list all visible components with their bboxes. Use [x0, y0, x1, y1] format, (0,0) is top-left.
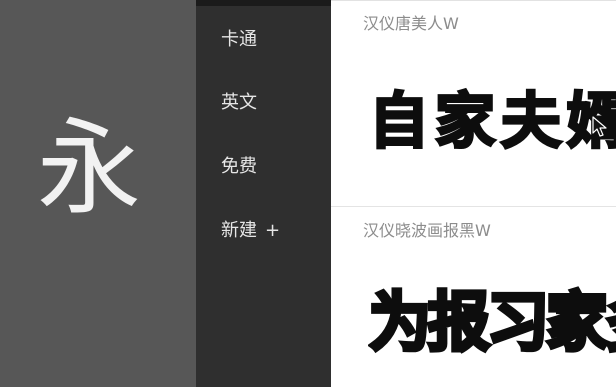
font-card[interactable]: 汉仪晓波画报黑W 为报习家多	[331, 206, 616, 387]
font-browser-window: 永 卡通 英文 免费 新建 + 汉仪唐美人W 自家夫婿 汉仪晓波画报黑W 为报习家…	[0, 0, 616, 387]
menu-item-label: 卡通	[221, 29, 257, 50]
category-menu: 卡通 英文 免费 新建 +	[196, 0, 331, 387]
preview-glyph: 永	[36, 107, 141, 229]
font-card[interactable]: 汉仪唐美人W 自家夫婿	[331, 0, 616, 206]
font-name: 汉仪唐美人W	[363, 14, 459, 33]
font-preview-panel: 永	[0, 0, 196, 387]
mouse-cursor-icon	[592, 116, 607, 137]
new-category-button[interactable]: 新建 +	[221, 219, 280, 243]
plus-icon: +	[265, 220, 281, 241]
font-sample-text: 自家夫婿	[368, 86, 616, 159]
menu-top-strip	[196, 0, 331, 6]
font-list[interactable]: 汉仪唐美人W 自家夫婿 汉仪晓波画报黑W 为报习家多	[331, 0, 616, 387]
menu-item-cartoon[interactable]: 卡通	[221, 28, 257, 52]
menu-item-free[interactable]: 免费	[221, 155, 257, 179]
menu-item-label: 英文	[221, 92, 257, 113]
menu-item-label: 免费	[221, 156, 257, 177]
font-name: 汉仪晓波画报黑W	[363, 221, 491, 240]
font-sample-text: 为报习家多	[367, 282, 616, 361]
menu-item-english[interactable]: 英文	[221, 91, 257, 115]
menu-item-label: 新建	[221, 220, 257, 241]
